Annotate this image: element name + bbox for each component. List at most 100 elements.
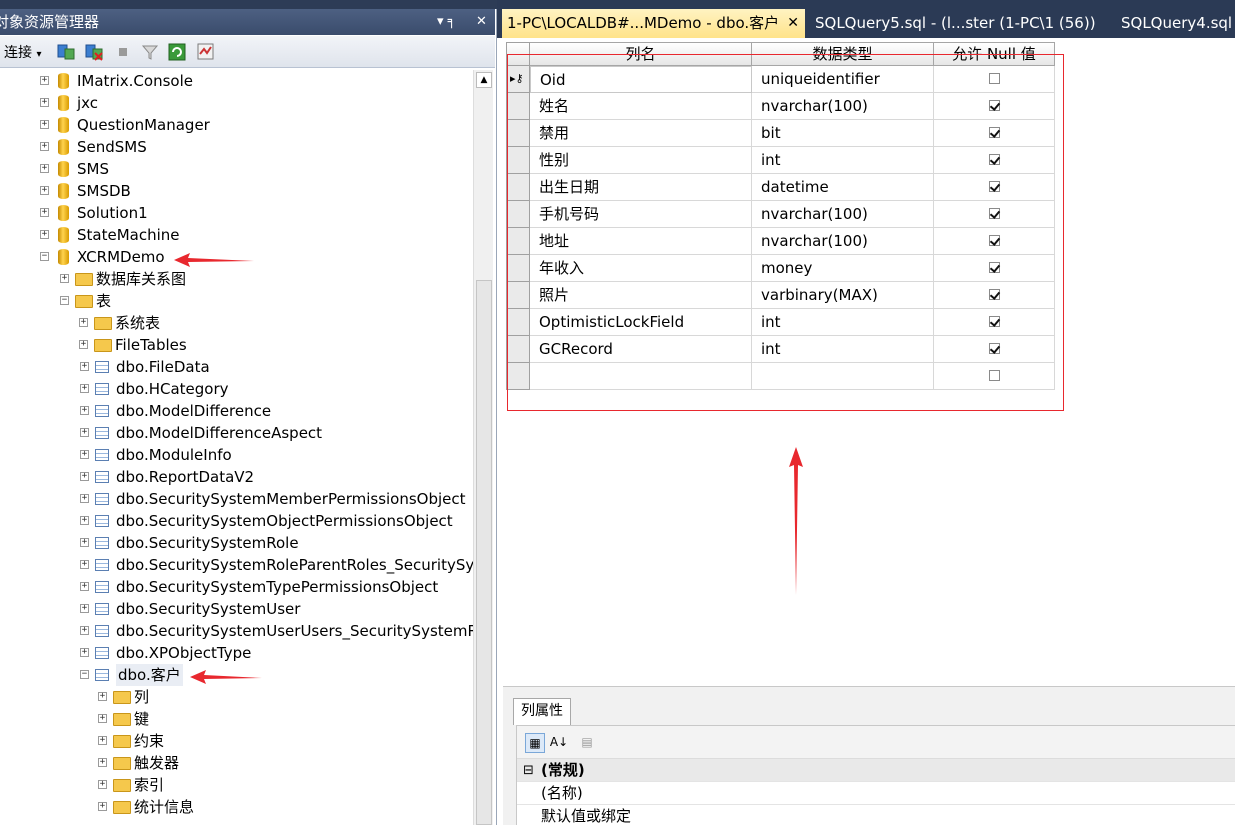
- document-tab-bar: 1-PC\LOCALDB#...MDemo - dbo.客户 ✕ SQLQuer…: [497, 0, 1235, 38]
- tree-node[interactable]: + 数据库关系图: [60, 268, 473, 290]
- tree-node[interactable]: + dbo.SecuritySystemRole: [80, 532, 473, 554]
- categorized-icon[interactable]: ▦: [525, 733, 545, 753]
- connect-server-icon[interactable]: [56, 42, 76, 62]
- tree-node[interactable]: + jxc: [40, 92, 473, 114]
- tab-sqlquery4[interactable]: SQLQuery4.sql -: [1121, 9, 1235, 38]
- table-icon: [95, 537, 109, 549]
- property-grid: ▦ A↓ ▤ ⊟ (常规) (名称) 默认值或绑定: [516, 725, 1235, 825]
- table-icon: [95, 361, 109, 373]
- expand-icon[interactable]: +: [80, 384, 89, 393]
- tree-node[interactable]: + dbo.SecuritySystemUserUsers_SecuritySys…: [80, 620, 473, 642]
- tree-node[interactable]: + FileTables: [79, 334, 473, 356]
- connect-button[interactable]: 连接 ▾: [4, 42, 41, 62]
- close-icon[interactable]: ✕: [476, 9, 487, 35]
- tree-node[interactable]: + SMS: [40, 158, 473, 180]
- tree-node[interactable]: + SMSDB: [40, 180, 473, 202]
- expand-icon[interactable]: +: [80, 472, 89, 481]
- tree-node[interactable]: + dbo.SecuritySystemUser: [80, 598, 473, 620]
- tree-node[interactable]: + 触发器: [98, 752, 473, 774]
- property-category[interactable]: ⊟ (常规): [517, 759, 1235, 782]
- scroll-up-icon[interactable]: ▲: [476, 72, 492, 88]
- expand-icon[interactable]: +: [98, 736, 107, 745]
- expand-icon[interactable]: +: [98, 802, 107, 811]
- tree-node-label: 表: [96, 292, 112, 310]
- expand-icon[interactable]: +: [98, 714, 107, 723]
- tree-node[interactable]: + dbo.FileData: [80, 356, 473, 378]
- expand-icon[interactable]: +: [60, 274, 69, 283]
- tab-sqlquery5[interactable]: SQLQuery5.sql - (l...ster (1-PC\1 (56)): [815, 9, 1096, 38]
- expand-icon[interactable]: +: [40, 98, 49, 107]
- expand-icon[interactable]: +: [80, 516, 89, 525]
- expand-icon[interactable]: +: [98, 692, 107, 701]
- property-pages-icon[interactable]: ▤: [577, 733, 597, 753]
- sort-alphabetical-icon[interactable]: A↓: [549, 733, 569, 753]
- property-row-name[interactable]: (名称): [517, 782, 1235, 805]
- expand-icon[interactable]: +: [98, 780, 107, 789]
- tree-node[interactable]: + 约束: [98, 730, 473, 752]
- expand-icon[interactable]: +: [80, 648, 89, 657]
- tree-node[interactable]: + dbo.SecuritySystemTypePermissionsObject: [80, 576, 473, 598]
- expand-icon[interactable]: +: [80, 450, 89, 459]
- tree-node[interactable]: + dbo.XPObjectType: [80, 642, 473, 664]
- tree-node[interactable]: + IMatrix.Console: [40, 70, 473, 92]
- property-row-default[interactable]: 默认值或绑定: [517, 805, 1235, 825]
- tree-node[interactable]: + dbo.ReportDataV2: [80, 466, 473, 488]
- tree-node-label: SMSDB: [77, 182, 131, 200]
- object-explorer-titlebar: 对象资源管理器 ▾ ╕ ✕: [0, 9, 495, 35]
- expand-icon[interactable]: +: [80, 406, 89, 415]
- expand-icon[interactable]: +: [79, 340, 88, 349]
- collapse-icon[interactable]: −: [40, 252, 49, 261]
- table-icon: [95, 383, 109, 395]
- tree-node[interactable]: + StateMachine: [40, 224, 473, 246]
- tree-node[interactable]: + dbo.ModelDifferenceAspect: [80, 422, 473, 444]
- tree-scrollbar[interactable]: ▲: [473, 70, 493, 825]
- tree-node[interactable]: − 表: [60, 290, 473, 312]
- tree-node[interactable]: + dbo.SecuritySystemRoleParentRoles_Secur…: [80, 554, 473, 576]
- expand-icon[interactable]: +: [80, 494, 89, 503]
- stop-icon[interactable]: [113, 42, 133, 62]
- expand-icon[interactable]: +: [40, 230, 49, 239]
- expand-icon[interactable]: +: [80, 428, 89, 437]
- activity-monitor-icon[interactable]: [196, 42, 216, 62]
- tab-table-designer[interactable]: 1-PC\LOCALDB#...MDemo - dbo.客户 ✕: [502, 9, 805, 38]
- tree-node[interactable]: + dbo.HCategory: [80, 378, 473, 400]
- tree-node[interactable]: + 统计信息: [98, 796, 473, 818]
- tree-node[interactable]: + SendSMS: [40, 136, 473, 158]
- refresh-icon[interactable]: [167, 42, 187, 62]
- tab-column-properties[interactable]: 列属性: [513, 698, 571, 725]
- tree-node[interactable]: + Solution1: [40, 202, 473, 224]
- expand-icon[interactable]: +: [98, 758, 107, 767]
- expand-icon[interactable]: +: [80, 626, 89, 635]
- expand-icon[interactable]: +: [80, 604, 89, 613]
- pin-icon[interactable]: ▾ ╕: [437, 9, 455, 35]
- expand-icon[interactable]: +: [79, 318, 88, 327]
- tree-node[interactable]: + 列: [98, 686, 473, 708]
- tree-node[interactable]: + 索引: [98, 774, 473, 796]
- tree-node[interactable]: + dbo.ModuleInfo: [80, 444, 473, 466]
- tab-label: 1-PC\LOCALDB#...MDemo - dbo.客户: [507, 14, 780, 32]
- collapse-icon[interactable]: ⊟: [523, 759, 534, 782]
- tree-node[interactable]: + QuestionManager: [40, 114, 473, 136]
- expand-icon[interactable]: +: [40, 142, 49, 151]
- tree-node[interactable]: + dbo.SecuritySystemMemberPermissionsObje…: [80, 488, 473, 510]
- expand-icon[interactable]: +: [80, 362, 89, 371]
- expand-icon[interactable]: +: [40, 164, 49, 173]
- tree-node[interactable]: + dbo.ModelDifference: [80, 400, 473, 422]
- expand-icon[interactable]: +: [80, 538, 89, 547]
- expand-icon[interactable]: +: [80, 582, 89, 591]
- tree-node[interactable]: + dbo.SecuritySystemObjectPermissionsObje…: [80, 510, 473, 532]
- disconnect-server-icon[interactable]: [84, 42, 104, 62]
- expand-icon[interactable]: +: [40, 76, 49, 85]
- close-icon[interactable]: ✕: [787, 9, 799, 38]
- expand-icon[interactable]: +: [40, 120, 49, 129]
- tree-node[interactable]: − dbo.客户: [80, 664, 473, 686]
- filter-icon[interactable]: [140, 42, 160, 62]
- expand-icon[interactable]: +: [80, 560, 89, 569]
- scrollbar-thumb[interactable]: [476, 280, 492, 825]
- tree-node[interactable]: + 系统表: [79, 312, 473, 334]
- expand-icon[interactable]: +: [40, 208, 49, 217]
- collapse-icon[interactable]: −: [60, 296, 69, 305]
- collapse-icon[interactable]: −: [80, 670, 89, 679]
- tree-node[interactable]: + 键: [98, 708, 473, 730]
- expand-icon[interactable]: +: [40, 186, 49, 195]
